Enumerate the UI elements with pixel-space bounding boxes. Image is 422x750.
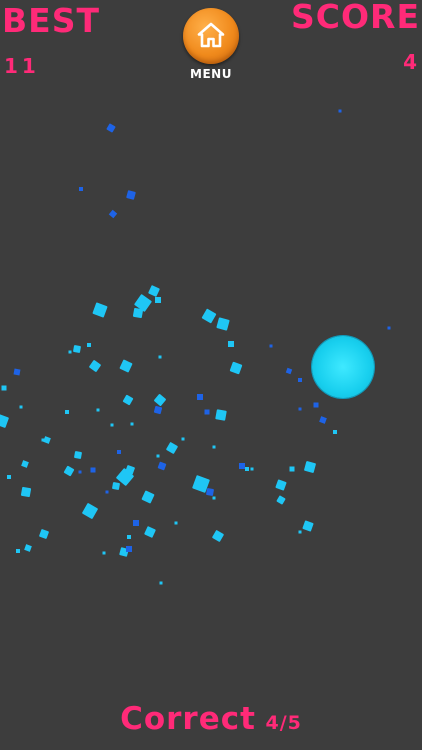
- particle: [216, 317, 230, 331]
- particle: [245, 467, 249, 471]
- particle: [144, 526, 156, 538]
- particle: [96, 408, 100, 412]
- particle: [298, 530, 302, 534]
- particle: [110, 423, 114, 427]
- particle: [158, 355, 162, 359]
- particle: [153, 405, 163, 415]
- particle: [212, 496, 216, 500]
- result-word: Correct: [120, 701, 256, 737]
- particle: [269, 344, 273, 348]
- particle: [7, 475, 11, 479]
- particle: [126, 546, 132, 552]
- particle: [68, 350, 72, 354]
- particle: [313, 402, 319, 408]
- particle: [92, 302, 108, 318]
- particle: [63, 465, 75, 477]
- particle: [197, 394, 203, 400]
- particle: [338, 109, 342, 113]
- particle: [204, 409, 210, 415]
- particle: [16, 549, 20, 553]
- particle: [156, 454, 160, 458]
- particle: [105, 490, 109, 494]
- particle: [319, 416, 327, 424]
- particle: [65, 410, 69, 414]
- result-status: Correct 4/5: [0, 704, 422, 735]
- particle: [212, 530, 224, 542]
- particle: [289, 466, 295, 472]
- particle: [333, 430, 337, 434]
- particle: [119, 359, 133, 373]
- particle: [19, 405, 23, 409]
- particle: [21, 460, 29, 468]
- particle: [212, 445, 216, 449]
- particle: [117, 450, 121, 454]
- particle: [387, 326, 391, 330]
- particle: [78, 470, 82, 474]
- particle: [166, 442, 178, 454]
- particle: [133, 520, 139, 526]
- particle: [276, 495, 286, 505]
- particle: [74, 451, 82, 459]
- particle: [0, 414, 9, 428]
- particle: [250, 467, 254, 471]
- particle: [89, 360, 101, 372]
- particle: [275, 479, 287, 491]
- particle: [1, 385, 7, 391]
- particle: [239, 463, 245, 469]
- particle: [228, 341, 234, 347]
- particle: [73, 345, 81, 353]
- target-ball[interactable]: [312, 336, 374, 398]
- particle: [285, 367, 293, 375]
- particle: [130, 422, 134, 426]
- particle: [127, 535, 131, 539]
- particle: [112, 482, 120, 490]
- particle: [132, 307, 144, 319]
- particle: [201, 308, 217, 324]
- particle: [215, 409, 227, 421]
- particle: [41, 438, 45, 442]
- particle: [229, 361, 243, 375]
- particle: [39, 529, 49, 539]
- particle: [174, 521, 178, 525]
- particle: [302, 520, 314, 532]
- particle: [157, 461, 167, 471]
- correct-count: 4/5: [265, 712, 302, 734]
- particle: [141, 490, 155, 504]
- particle: [304, 461, 316, 473]
- particle: [108, 209, 118, 219]
- particle: [154, 394, 166, 406]
- particle: [79, 187, 83, 191]
- particle: [298, 378, 302, 382]
- particle: [148, 285, 160, 297]
- particle: [20, 486, 32, 498]
- particle: [82, 503, 98, 519]
- particle: [24, 544, 32, 552]
- particle: [126, 190, 136, 200]
- particle: [122, 394, 134, 406]
- particle: [181, 437, 185, 441]
- particle: [87, 343, 91, 347]
- particle: [90, 467, 96, 473]
- particle: [298, 407, 302, 411]
- particle: [13, 368, 21, 376]
- game-stage[interactable]: BEST 11 SCORE 4 MENU Correct 4/5: [0, 0, 422, 750]
- particle: [155, 297, 161, 303]
- particle: [206, 488, 214, 496]
- particle: [106, 123, 116, 133]
- particle: [102, 551, 106, 555]
- particle: [159, 581, 163, 585]
